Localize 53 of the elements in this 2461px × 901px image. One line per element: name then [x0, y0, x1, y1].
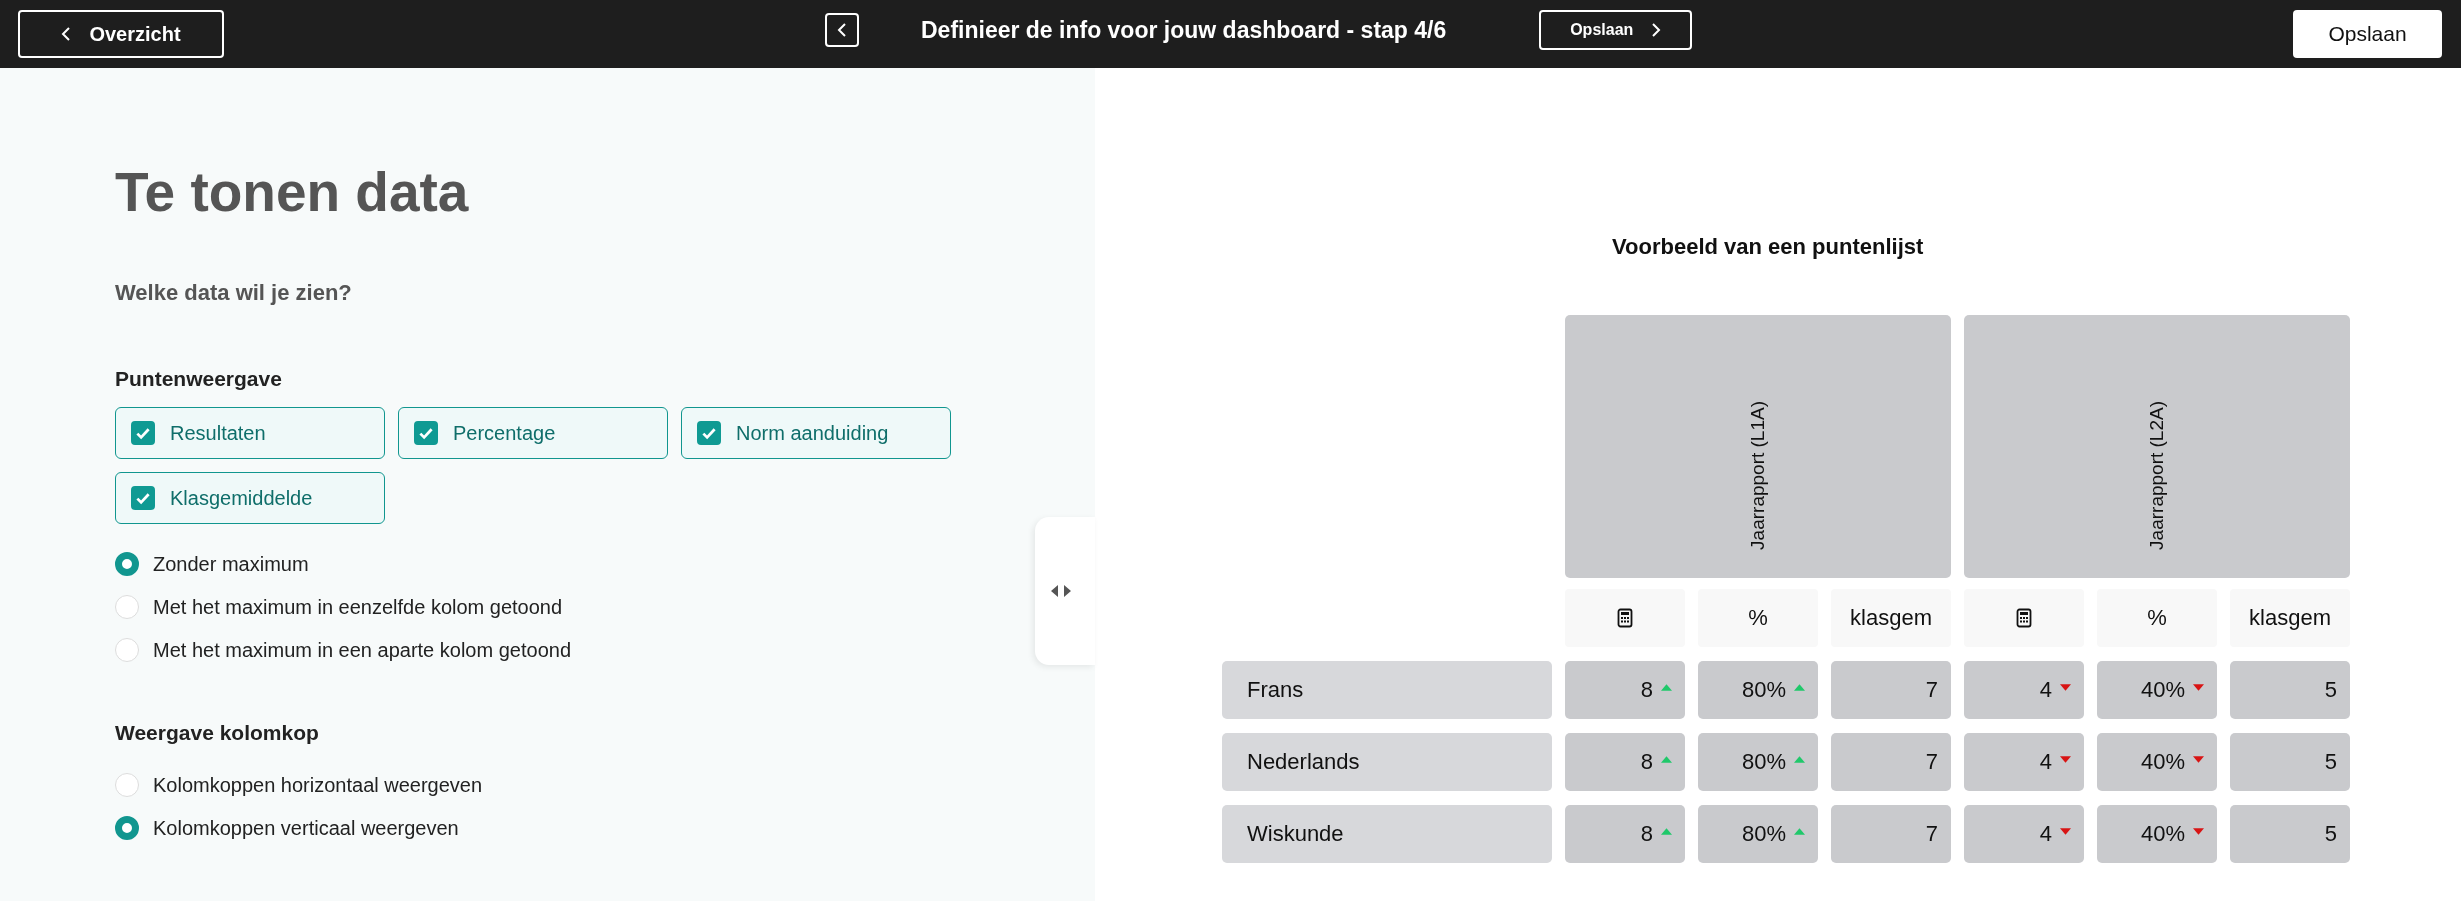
column-group-header: Jaarrapport (L2A)	[1964, 315, 2350, 578]
score-cell: 40%	[2097, 805, 2217, 863]
score-cell: 5	[2230, 661, 2350, 719]
score-cell: 80%	[1698, 661, 1818, 719]
previous-step-button[interactable]	[825, 13, 859, 47]
score-cell: 4	[1964, 733, 2084, 791]
option-checkbox[interactable]: Resultaten	[115, 407, 385, 459]
score-cell: 80%	[1698, 733, 1818, 791]
option-checkbox[interactable]: Klasgemiddelde	[115, 472, 385, 524]
chevron-left-icon	[837, 22, 847, 38]
header-radio-option[interactable]: Kolomkoppen verticaal weergeven	[115, 816, 459, 840]
page-heading: Te tonen data	[115, 160, 470, 224]
maximum-radio-option[interactable]: Zonder maximum	[115, 552, 309, 576]
option-checkbox[interactable]: Percentage	[398, 407, 668, 459]
header-radio-option[interactable]: Kolomkoppen horizontaal weergeven	[115, 773, 483, 797]
score-cell: 8	[1565, 805, 1685, 863]
next-step-button[interactable]: Opslaan	[1539, 10, 1693, 50]
chevron-left-icon	[61, 26, 72, 42]
column-header: %	[1698, 589, 1818, 647]
score-cell: 5	[2230, 805, 2350, 863]
score-cell: 8	[1565, 733, 1685, 791]
score-cell: 7	[1831, 661, 1951, 719]
resize-handle[interactable]	[1035, 517, 1095, 665]
chevron-right-icon	[1651, 22, 1662, 38]
maximum-radio-option[interactable]: Met het maximum in eenzelfde kolom getoond	[115, 595, 563, 619]
column-header: klasgem	[2230, 589, 2350, 647]
score-cell: 4	[1964, 661, 2084, 719]
back-button[interactable]: Overzicht	[18, 10, 224, 58]
subject-cell: Nederlands	[1222, 733, 1552, 791]
option-checkbox[interactable]: Norm aanduiding	[681, 407, 951, 459]
column-header: %	[2097, 589, 2217, 647]
score-cell: 4	[1964, 805, 2084, 863]
score-cell: 5	[2230, 733, 2350, 791]
column-header: klasgem	[1831, 589, 1951, 647]
wizard-title: Definieer de info voor jouw dashboard - stap 4/6	[921, 16, 1447, 44]
save-button[interactable]: Opslaan	[2293, 10, 2442, 58]
subject-cell: Wiskunde	[1222, 805, 1552, 863]
score-cell: 7	[1831, 805, 1951, 863]
left-right-arrows-icon	[1050, 584, 1072, 598]
section-heading: Weergave kolomkop	[115, 721, 320, 745]
score-cell: 40%	[2097, 661, 2217, 719]
section-heading: Puntenweergave	[115, 367, 283, 391]
score-cell: 7	[1831, 733, 1951, 791]
calculator-icon	[1617, 608, 1633, 628]
score-cell: 40%	[2097, 733, 2217, 791]
score-cell: 80%	[1698, 805, 1818, 863]
calculator-icon	[2016, 608, 2032, 628]
preview-title: Voorbeeld van een puntenlijst	[1612, 234, 1925, 260]
question-text: Welke data wil je zien?	[115, 280, 353, 306]
subject-cell: Frans	[1222, 661, 1552, 719]
score-cell: 8	[1565, 661, 1685, 719]
column-group-header: Jaarrapport (L1A)	[1565, 315, 1951, 578]
maximum-radio-option[interactable]: Met het maximum in een aparte kolom getoond	[115, 638, 571, 662]
